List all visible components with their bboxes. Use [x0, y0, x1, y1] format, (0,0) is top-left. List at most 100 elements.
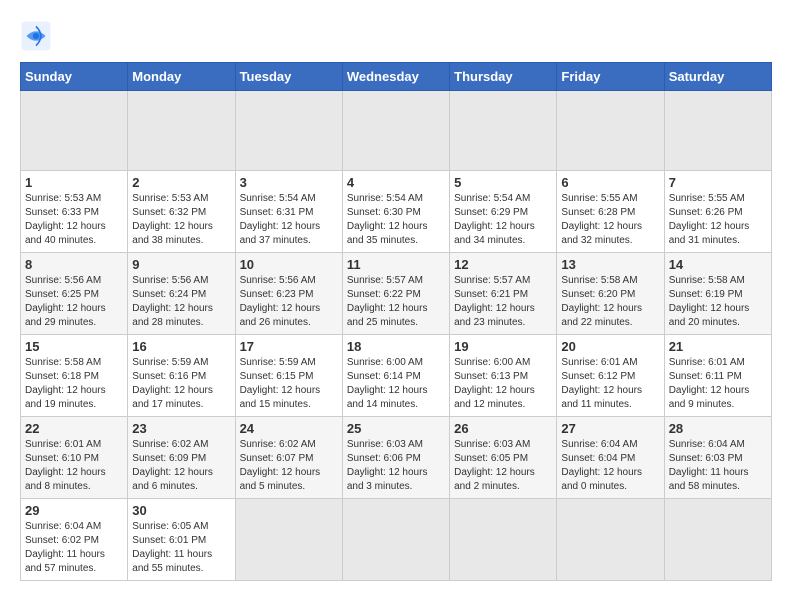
calendar-cell-w4d3: 25 Sunrise: 6:03 AMSunset: 6:06 PMDaylig… [342, 417, 449, 499]
calendar-cell-w5d1: 30 Sunrise: 6:05 AMSunset: 6:01 PMDaylig… [128, 499, 235, 581]
calendar-cell-w5d4 [450, 499, 557, 581]
day-number: 22 [25, 421, 123, 436]
day-number: 21 [669, 339, 767, 354]
day-number: 25 [347, 421, 445, 436]
calendar-week-2: 8 Sunrise: 5:56 AMSunset: 6:25 PMDayligh… [21, 253, 772, 335]
header-saturday: Saturday [664, 63, 771, 91]
calendar-cell-w1d5: 6 Sunrise: 5:55 AMSunset: 6:28 PMDayligh… [557, 171, 664, 253]
logo-icon [20, 20, 52, 52]
header-wednesday: Wednesday [342, 63, 449, 91]
calendar-cell-w3d6: 21 Sunrise: 6:01 AMSunset: 6:11 PMDaylig… [664, 335, 771, 417]
calendar-cell-w2d5: 13 Sunrise: 5:58 AMSunset: 6:20 PMDaylig… [557, 253, 664, 335]
calendar-cell-w5d2 [235, 499, 342, 581]
calendar-cell-w4d0: 22 Sunrise: 6:01 AMSunset: 6:10 PMDaylig… [21, 417, 128, 499]
day-detail: Sunrise: 5:54 AMSunset: 6:30 PMDaylight:… [347, 192, 445, 248]
day-number: 14 [669, 257, 767, 272]
calendar-table: SundayMondayTuesdayWednesdayThursdayFrid… [20, 62, 772, 581]
calendar-cell-w1d6: 7 Sunrise: 5:55 AMSunset: 6:26 PMDayligh… [664, 171, 771, 253]
calendar-cell-w2d3: 11 Sunrise: 5:57 AMSunset: 6:22 PMDaylig… [342, 253, 449, 335]
day-number: 28 [669, 421, 767, 436]
day-detail: Sunrise: 6:03 AMSunset: 6:05 PMDaylight:… [454, 438, 552, 494]
header-thursday: Thursday [450, 63, 557, 91]
day-number: 13 [561, 257, 659, 272]
day-number: 9 [132, 257, 230, 272]
calendar-week-3: 15 Sunrise: 5:58 AMSunset: 6:18 PMDaylig… [21, 335, 772, 417]
page-header [20, 20, 772, 52]
day-detail: Sunrise: 5:54 AMSunset: 6:29 PMDaylight:… [454, 192, 552, 248]
day-detail: Sunrise: 5:59 AMSunset: 6:16 PMDaylight:… [132, 356, 230, 412]
calendar-cell-w0d6 [664, 91, 771, 171]
calendar-cell-w0d3 [342, 91, 449, 171]
day-detail: Sunrise: 5:59 AMSunset: 6:15 PMDaylight:… [240, 356, 338, 412]
calendar-cell-w3d5: 20 Sunrise: 6:01 AMSunset: 6:12 PMDaylig… [557, 335, 664, 417]
day-number: 27 [561, 421, 659, 436]
calendar-cell-w3d1: 16 Sunrise: 5:59 AMSunset: 6:16 PMDaylig… [128, 335, 235, 417]
day-number: 8 [25, 257, 123, 272]
header-sunday: Sunday [21, 63, 128, 91]
day-detail: Sunrise: 5:58 AMSunset: 6:18 PMDaylight:… [25, 356, 123, 412]
day-detail: Sunrise: 6:04 AMSunset: 6:04 PMDaylight:… [561, 438, 659, 494]
header-friday: Friday [557, 63, 664, 91]
day-detail: Sunrise: 5:58 AMSunset: 6:20 PMDaylight:… [561, 274, 659, 330]
day-number: 1 [25, 175, 123, 190]
calendar-cell-w0d0 [21, 91, 128, 171]
day-detail: Sunrise: 6:05 AMSunset: 6:01 PMDaylight:… [132, 520, 230, 576]
day-detail: Sunrise: 5:58 AMSunset: 6:19 PMDaylight:… [669, 274, 767, 330]
calendar-cell-w3d3: 18 Sunrise: 6:00 AMSunset: 6:14 PMDaylig… [342, 335, 449, 417]
calendar-week-4: 22 Sunrise: 6:01 AMSunset: 6:10 PMDaylig… [21, 417, 772, 499]
day-number: 17 [240, 339, 338, 354]
day-detail: Sunrise: 6:02 AMSunset: 6:09 PMDaylight:… [132, 438, 230, 494]
day-detail: Sunrise: 5:56 AMSunset: 6:24 PMDaylight:… [132, 274, 230, 330]
calendar-cell-w5d0: 29 Sunrise: 6:04 AMSunset: 6:02 PMDaylig… [21, 499, 128, 581]
day-number: 7 [669, 175, 767, 190]
day-number: 16 [132, 339, 230, 354]
day-number: 24 [240, 421, 338, 436]
calendar-week-1: 1 Sunrise: 5:53 AMSunset: 6:33 PMDayligh… [21, 171, 772, 253]
day-number: 20 [561, 339, 659, 354]
day-detail: Sunrise: 5:54 AMSunset: 6:31 PMDaylight:… [240, 192, 338, 248]
day-detail: Sunrise: 6:00 AMSunset: 6:13 PMDaylight:… [454, 356, 552, 412]
calendar-cell-w5d5 [557, 499, 664, 581]
day-detail: Sunrise: 5:53 AMSunset: 6:32 PMDaylight:… [132, 192, 230, 248]
day-number: 18 [347, 339, 445, 354]
calendar-week-5: 29 Sunrise: 6:04 AMSunset: 6:02 PMDaylig… [21, 499, 772, 581]
calendar-cell-w5d3 [342, 499, 449, 581]
day-number: 3 [240, 175, 338, 190]
day-number: 12 [454, 257, 552, 272]
day-number: 4 [347, 175, 445, 190]
day-detail: Sunrise: 5:57 AMSunset: 6:22 PMDaylight:… [347, 274, 445, 330]
day-detail: Sunrise: 6:01 AMSunset: 6:11 PMDaylight:… [669, 356, 767, 412]
calendar-cell-w0d4 [450, 91, 557, 171]
day-number: 6 [561, 175, 659, 190]
day-detail: Sunrise: 6:04 AMSunset: 6:02 PMDaylight:… [25, 520, 123, 576]
day-detail: Sunrise: 6:02 AMSunset: 6:07 PMDaylight:… [240, 438, 338, 494]
day-number: 15 [25, 339, 123, 354]
day-number: 19 [454, 339, 552, 354]
day-detail: Sunrise: 5:57 AMSunset: 6:21 PMDaylight:… [454, 274, 552, 330]
day-detail: Sunrise: 5:53 AMSunset: 6:33 PMDaylight:… [25, 192, 123, 248]
day-detail: Sunrise: 5:56 AMSunset: 6:23 PMDaylight:… [240, 274, 338, 330]
calendar-cell-w2d4: 12 Sunrise: 5:57 AMSunset: 6:21 PMDaylig… [450, 253, 557, 335]
day-number: 11 [347, 257, 445, 272]
day-detail: Sunrise: 5:56 AMSunset: 6:25 PMDaylight:… [25, 274, 123, 330]
calendar-header-row: SundayMondayTuesdayWednesdayThursdayFrid… [21, 63, 772, 91]
calendar-cell-w4d6: 28 Sunrise: 6:04 AMSunset: 6:03 PMDaylig… [664, 417, 771, 499]
calendar-cell-w1d1: 2 Sunrise: 5:53 AMSunset: 6:32 PMDayligh… [128, 171, 235, 253]
calendar-cell-w0d1 [128, 91, 235, 171]
logo [20, 20, 56, 52]
day-number: 5 [454, 175, 552, 190]
calendar-cell-w2d0: 8 Sunrise: 5:56 AMSunset: 6:25 PMDayligh… [21, 253, 128, 335]
calendar-cell-w3d0: 15 Sunrise: 5:58 AMSunset: 6:18 PMDaylig… [21, 335, 128, 417]
day-detail: Sunrise: 6:01 AMSunset: 6:10 PMDaylight:… [25, 438, 123, 494]
day-number: 29 [25, 503, 123, 518]
day-detail: Sunrise: 6:01 AMSunset: 6:12 PMDaylight:… [561, 356, 659, 412]
day-number: 26 [454, 421, 552, 436]
day-detail: Sunrise: 5:55 AMSunset: 6:28 PMDaylight:… [561, 192, 659, 248]
calendar-cell-w4d2: 24 Sunrise: 6:02 AMSunset: 6:07 PMDaylig… [235, 417, 342, 499]
calendar-cell-w2d2: 10 Sunrise: 5:56 AMSunset: 6:23 PMDaylig… [235, 253, 342, 335]
day-number: 30 [132, 503, 230, 518]
calendar-cell-w1d2: 3 Sunrise: 5:54 AMSunset: 6:31 PMDayligh… [235, 171, 342, 253]
header-monday: Monday [128, 63, 235, 91]
day-detail: Sunrise: 6:00 AMSunset: 6:14 PMDaylight:… [347, 356, 445, 412]
day-number: 23 [132, 421, 230, 436]
